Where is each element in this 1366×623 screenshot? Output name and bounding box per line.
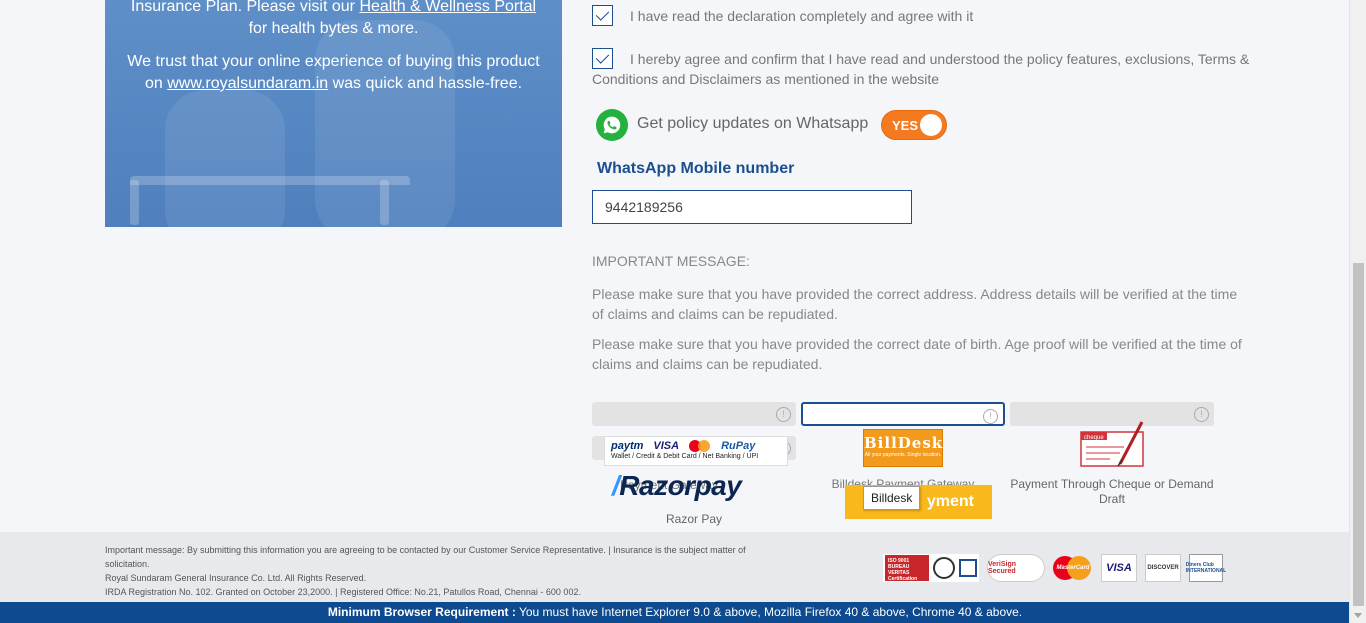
payment-option-billdesk-radio[interactable]: ! <box>801 402 1005 426</box>
page-scrollbar[interactable] <box>1349 0 1366 623</box>
royalsundaram-link[interactable]: www.royalsundaram.in <box>167 75 328 92</box>
promo-text-span: for health bytes & more. <box>248 20 419 37</box>
paytm-logo: paytm <box>611 440 644 452</box>
browser-requirement-text: You must have Internet Explorer 9.0 & ab… <box>515 605 1023 619</box>
info-icon: ! <box>983 409 998 424</box>
diners-club-badge: Diners Club INTERNATIONAL <box>1186 554 1226 582</box>
verisign-badge: VeriSign Secured <box>987 554 1045 582</box>
important-message-dob: Please make sure that you have provided … <box>592 336 1242 372</box>
declaration-checkbox[interactable] <box>592 5 613 26</box>
billdesk-logo-text: BillDesk <box>864 434 944 452</box>
health-wellness-link[interactable]: Health & Wellness Portal <box>359 0 536 15</box>
visa-logo: VISA <box>653 440 680 452</box>
billdesk-tagline: All your payments. Single location. <box>864 452 942 458</box>
cheque-caption: Payment Through Cheque or Demand Draft <box>1010 477 1214 506</box>
bureau-veritas-seal-icon <box>933 557 955 579</box>
toggle-label: YES <box>892 118 919 133</box>
discover-badge: DISCOVER <box>1145 554 1181 582</box>
paytm-payment-methods-logo[interactable]: paytm VISA RuPay Wallet / Credit & Debit… <box>604 436 788 466</box>
whatsapp-mobile-label: WhatsApp Mobile number <box>597 160 795 177</box>
info-icon: ! <box>1194 407 1209 422</box>
footer-text: Important message: By submitting this in… <box>105 543 765 599</box>
promo-walker-leg <box>380 180 389 225</box>
promo-walker-leg <box>130 180 139 225</box>
toggle-knob <box>920 114 942 136</box>
promo-text-span: Insurance Plan. Please visit our <box>130 0 360 15</box>
policy-agree-label: I hereby agree and confirm that I have r… <box>592 51 1250 87</box>
bureau-veritas-label: ISO 9001 BUREAU VERITAS Certification <box>885 555 929 582</box>
cheque-icon-text: cheque <box>1084 435 1104 441</box>
quality-mark-icon <box>959 559 977 577</box>
cheque-icon[interactable]: cheque <box>1080 420 1144 468</box>
scroll-down-arrow-icon[interactable] <box>1354 613 1362 618</box>
razorpay-caption: Razor Pay <box>665 512 723 526</box>
browser-requirement-label: Minimum Browser Requirement : <box>327 605 516 619</box>
scrollbar-thumb[interactable] <box>1353 263 1364 606</box>
footer-copyright: Royal Sundaram General Insurance Co. Ltd… <box>105 573 367 583</box>
payment-brands-row: paytm VISA RuPay <box>605 437 787 452</box>
promo-panel: Insurance Plan. Please visit our Health … <box>105 0 562 227</box>
certification-badges: ISO 9001 BUREAU VERITAS Certification Ve… <box>883 554 1226 582</box>
promo-text-span: was quick and hassle-free. <box>328 75 523 92</box>
important-message-address: Please make sure that you have provided … <box>592 286 1238 322</box>
mastercard-icon <box>689 440 711 452</box>
promo-paragraph-2: We trust that your online experience of … <box>125 51 542 95</box>
payment-methods-text: Wallet / Credit & Debit Card / Net Banki… <box>611 453 759 460</box>
info-icon: ! <box>776 407 791 422</box>
whatsapp-icon <box>596 109 628 141</box>
declaration-row: I have read the declaration completely a… <box>592 5 973 26</box>
billdesk-logo[interactable]: BillDesk All your payments. Single locat… <box>863 429 943 467</box>
billdesk-tooltip: Billdesk <box>863 486 921 510</box>
browser-requirement-bar: Minimum Browser Requirement : You must h… <box>0 602 1350 623</box>
razorpay-logo-text: Razorpay <box>619 470 742 501</box>
whatsapp-mobile-input[interactable] <box>592 190 912 224</box>
bureau-veritas-badge: ISO 9001 BUREAU VERITAS Certification <box>883 554 979 582</box>
promo-text: Insurance Plan. Please visit our Health … <box>125 0 542 106</box>
whatsapp-updates-label: Get policy updates on Whatsapp <box>637 115 869 132</box>
payment-option-razorpay-radio[interactable]: ! <box>592 402 796 426</box>
important-message-title: IMPORTANT MESSAGE: <box>592 253 750 269</box>
rupay-logo: RuPay <box>721 440 756 452</box>
mastercard-badge: MasterCard <box>1053 554 1093 582</box>
declaration-label: I have read the declaration completely a… <box>630 8 974 24</box>
promo-paragraph-1: Insurance Plan. Please visit our Health … <box>125 0 542 40</box>
mastercard-circle-yellow <box>698 440 711 452</box>
footer-disclaimer: Important message: By submitting this in… <box>105 545 746 569</box>
razorpay-logo[interactable]: /Razorpay <box>612 470 742 502</box>
promo-walker-image <box>130 176 410 216</box>
footer-registration: IRDA Registration No. 102. Granted on Oc… <box>105 587 581 597</box>
mastercard-label: MasterCard <box>1056 565 1090 571</box>
whatsapp-phone-icon <box>603 116 621 134</box>
footer: Important message: By submitting this in… <box>0 532 1350 602</box>
whatsapp-toggle[interactable]: YES <box>881 110 947 140</box>
visa-badge: VISA <box>1101 554 1137 582</box>
